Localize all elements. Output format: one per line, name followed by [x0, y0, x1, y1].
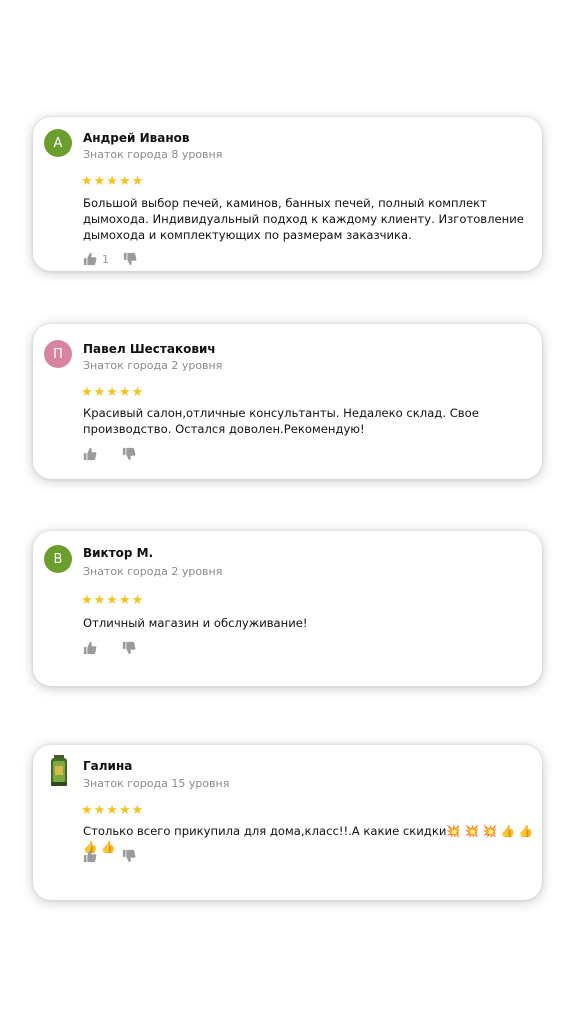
thumbs-up-icon — [83, 447, 97, 461]
thumbs-down-icon — [122, 447, 136, 461]
avatar-letter: А — [53, 135, 63, 151]
reviewer-name[interactable]: Павел Шестакович — [83, 342, 216, 356]
review-card: Галина Знаток города 15 уровня ★★★★★ Сто… — [33, 745, 542, 900]
review-actions — [83, 447, 136, 461]
review-actions — [83, 849, 136, 863]
thumbs-down-icon — [123, 252, 137, 266]
avatar-image-icon — [51, 755, 67, 786]
reviewer-name[interactable]: Виктор М. — [83, 546, 153, 560]
like-button[interactable] — [83, 849, 108, 863]
rating-stars: ★★★★★ — [81, 593, 145, 608]
thumbs-down-icon — [122, 641, 136, 655]
like-count: 1 — [102, 252, 109, 266]
reviewer-level: Знаток города 8 уровня — [83, 148, 223, 161]
thumbs-down-icon — [122, 849, 136, 863]
review-text: Отличный магазин и обслуживание! — [83, 616, 308, 630]
like-button[interactable]: 1 — [83, 252, 109, 266]
review-text: Столько всего прикупила для дома,класс!!… — [83, 824, 534, 854]
avatar[interactable]: П — [44, 340, 72, 368]
thumbs-up-icon — [83, 849, 97, 863]
avatar[interactable]: В — [44, 545, 72, 573]
dislike-button[interactable] — [122, 849, 136, 863]
thumbs-up-icon — [83, 641, 97, 655]
dislike-button[interactable] — [122, 641, 136, 655]
review-card: В Виктор М. Знаток города 2 уровня ★★★★★… — [33, 531, 542, 686]
reviewer-level: Знаток города 2 уровня — [83, 359, 223, 372]
review-actions — [83, 641, 136, 655]
avatar[interactable] — [49, 755, 69, 787]
avatar-letter: В — [53, 551, 63, 567]
rating-stars: ★★★★★ — [81, 174, 145, 189]
like-button[interactable] — [83, 641, 108, 655]
reviewer-name[interactable]: Галина — [83, 759, 132, 773]
reviewer-name[interactable]: Андрей Иванов — [83, 131, 189, 145]
review-actions: 1 — [83, 252, 137, 266]
rating-stars: ★★★★★ — [81, 385, 145, 400]
review-card: А Андрей Иванов Знаток города 8 уровня ★… — [33, 117, 542, 271]
review-text: Большой выбор печей, каминов, банных печ… — [83, 196, 524, 242]
dislike-button[interactable] — [122, 447, 136, 461]
rating-stars: ★★★★★ — [81, 803, 145, 818]
reviewer-level: Знаток города 15 уровня — [83, 777, 230, 790]
review-card: П Павел Шестакович Знаток города 2 уровн… — [33, 324, 542, 479]
reviewer-level: Знаток города 2 уровня — [83, 565, 223, 578]
avatar[interactable]: А — [44, 129, 72, 157]
thumbs-up-icon — [83, 252, 97, 266]
like-button[interactable] — [83, 447, 108, 461]
avatar-letter: П — [53, 346, 63, 362]
review-text: Красивый салон,отличные консультанты. Не… — [83, 406, 479, 436]
dislike-button[interactable] — [123, 252, 137, 266]
